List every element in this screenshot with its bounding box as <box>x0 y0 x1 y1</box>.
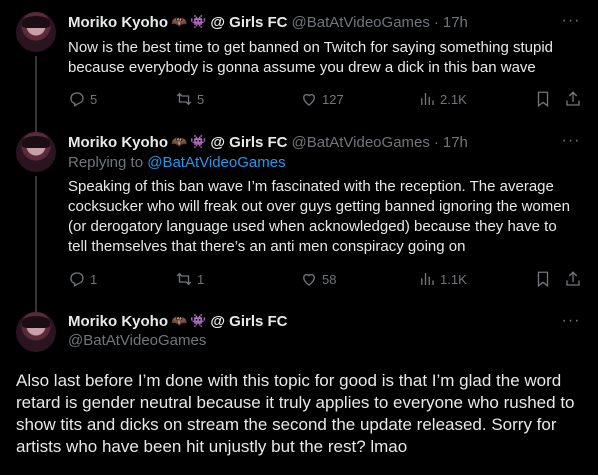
like-count: 127 <box>322 91 344 107</box>
more-icon[interactable]: ··· <box>560 13 582 34</box>
tweet-text: Now is the best time to get banned on Tw… <box>68 39 553 76</box>
tweet-header: Moriko Kyoho 🦇 👾 @ Girls FC @BatAtVideoG… <box>68 132 468 152</box>
repost-button[interactable]: 5 <box>175 89 204 109</box>
like-count: 58 <box>322 271 337 287</box>
reply-button[interactable]: 1 <box>68 269 97 289</box>
bookmark-icon <box>537 271 549 288</box>
like-button[interactable]: 127 <box>300 89 344 109</box>
display-name[interactable]: Moriko Kyoho <box>68 134 168 151</box>
share-button[interactable] <box>564 269 586 289</box>
separator-dot: · <box>433 133 439 151</box>
timestamp[interactable]: 17h <box>443 134 468 151</box>
team-label[interactable]: @ Girls FC <box>210 313 287 330</box>
reply-count: 1 <box>90 271 98 287</box>
tweet-3-focused: Moriko Kyoho 🦇 👾 @ Girls FC @BatAtVideoG… <box>0 300 598 475</box>
reply-icon <box>70 92 84 107</box>
repost-count: 5 <box>197 91 205 107</box>
action-bar: 5 5 127 2.1K <box>68 89 588 109</box>
thread-connector <box>35 176 37 300</box>
reply-count: 5 <box>90 91 98 107</box>
views-count: 2.1K <box>440 91 467 107</box>
like-button[interactable]: 58 <box>300 269 336 289</box>
reply-icon <box>70 272 84 287</box>
purple-creature-emoji-icon: 👾 <box>190 14 207 29</box>
repost-count: 1 <box>197 271 205 287</box>
tweet-text: Also last before I’m done with this topi… <box>16 371 575 456</box>
share-icon <box>566 91 580 106</box>
handle[interactable]: @BatAtVideoGames <box>292 14 430 31</box>
bat-emoji-icon: 🦇 <box>171 134 188 149</box>
separator-dot: · <box>433 13 439 31</box>
tweet-header: Moriko Kyoho 🦇 👾 @ Girls FC <box>68 311 288 331</box>
team-label[interactable]: @ Girls FC <box>210 14 287 31</box>
bookmark-button[interactable] <box>534 269 556 289</box>
more-icon[interactable]: ··· <box>560 313 582 334</box>
views-count: 1.1K <box>440 271 467 287</box>
bookmark-button[interactable] <box>534 89 556 109</box>
tweet-header: Moriko Kyoho 🦇 👾 @ Girls FC @BatAtVideoG… <box>68 12 468 32</box>
share-button[interactable] <box>564 89 586 109</box>
avatar[interactable] <box>16 12 56 52</box>
views-button[interactable]: 1.1K <box>418 269 467 289</box>
tweet-1[interactable]: Moriko Kyoho 🦇 👾 @ Girls FC @BatAtVideoG… <box>0 0 598 120</box>
display-name[interactable]: Moriko Kyoho <box>68 14 168 31</box>
like-icon <box>303 273 315 286</box>
handle[interactable]: @BatAtVideoGames <box>292 134 430 151</box>
bat-emoji-icon: 🦇 <box>171 313 188 328</box>
repost-icon <box>176 272 192 286</box>
like-icon <box>303 93 315 106</box>
team-label[interactable]: @ Girls FC <box>210 134 287 151</box>
views-icon <box>421 273 434 285</box>
more-icon[interactable]: ··· <box>560 133 582 154</box>
purple-creature-emoji-icon: 👾 <box>190 134 207 149</box>
replying-prefix: Replying to <box>68 154 144 171</box>
thread-connector <box>35 56 37 120</box>
action-bar: 1 1 58 1.1K <box>68 269 588 289</box>
views-icon <box>421 93 434 105</box>
purple-creature-emoji-icon: 👾 <box>190 313 207 328</box>
tweet-2[interactable]: Moriko Kyoho 🦇 👾 @ Girls FC @BatAtVideoG… <box>0 120 598 300</box>
thread-connector <box>35 300 37 312</box>
thread-connector <box>35 120 37 132</box>
tweet-text: Speaking of this ban wave I’m fascinated… <box>68 178 570 255</box>
avatar[interactable] <box>16 312 56 352</box>
repost-button[interactable]: 1 <box>175 269 204 289</box>
avatar[interactable] <box>16 132 56 172</box>
views-button[interactable]: 2.1K <box>418 89 467 109</box>
timestamp[interactable]: 17h <box>443 14 468 31</box>
bat-emoji-icon: 🦇 <box>171 14 188 29</box>
replying-to: Replying to @BatAtVideoGames <box>68 154 286 171</box>
share-icon <box>566 271 580 286</box>
bookmark-icon <box>537 91 549 108</box>
repost-icon <box>176 92 192 106</box>
display-name[interactable]: Moriko Kyoho <box>68 313 168 330</box>
replying-to-link[interactable]: @BatAtVideoGames <box>147 154 285 171</box>
handle[interactable]: @BatAtVideoGames <box>68 332 206 349</box>
reply-button[interactable]: 5 <box>68 89 97 109</box>
